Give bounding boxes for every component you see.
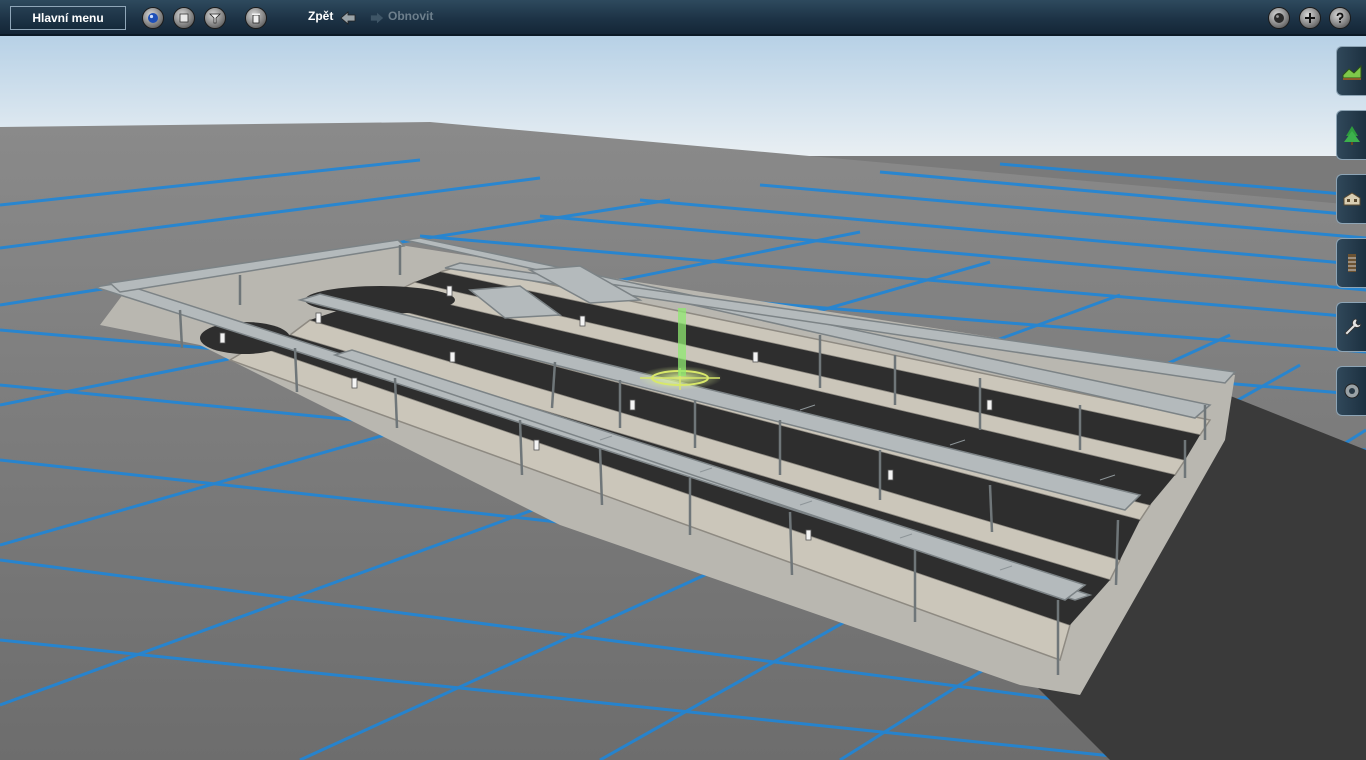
blue-sphere-icon[interactable] [142, 7, 164, 29]
terrain-icon [1342, 64, 1361, 80]
scenery-tab[interactable] [1336, 110, 1366, 160]
building-icon [1343, 192, 1360, 206]
help-icon[interactable] [1329, 7, 1351, 29]
gear-icon [1344, 383, 1359, 399]
stop-square-icon[interactable] [173, 7, 195, 29]
track-icon [1347, 254, 1356, 272]
filter-icon[interactable] [204, 7, 226, 29]
main-menu-button[interactable]: Hlavní menu [10, 6, 126, 30]
plus-icon[interactable] [1299, 7, 1321, 29]
terrain-tab[interactable] [1336, 46, 1366, 96]
buildings-tab[interactable] [1336, 174, 1366, 224]
undo-arrow-icon[interactable] [340, 10, 356, 26]
tree-icon [1343, 126, 1360, 145]
3d-viewport[interactable] [0, 0, 1366, 760]
track-tab[interactable] [1336, 238, 1366, 288]
trash-icon[interactable] [245, 7, 267, 29]
redo-arrow-icon[interactable] [370, 11, 384, 25]
tools-tab[interactable] [1336, 302, 1366, 352]
top-toolbar: Hlavní menu Zpět Obnovit [0, 0, 1366, 36]
dark-sphere-icon[interactable] [1268, 7, 1290, 29]
undo-button[interactable]: Zpět [308, 9, 333, 23]
wrench-icon [1343, 318, 1361, 336]
settings-tab[interactable] [1336, 366, 1366, 416]
redo-button[interactable]: Obnovit [388, 9, 433, 23]
